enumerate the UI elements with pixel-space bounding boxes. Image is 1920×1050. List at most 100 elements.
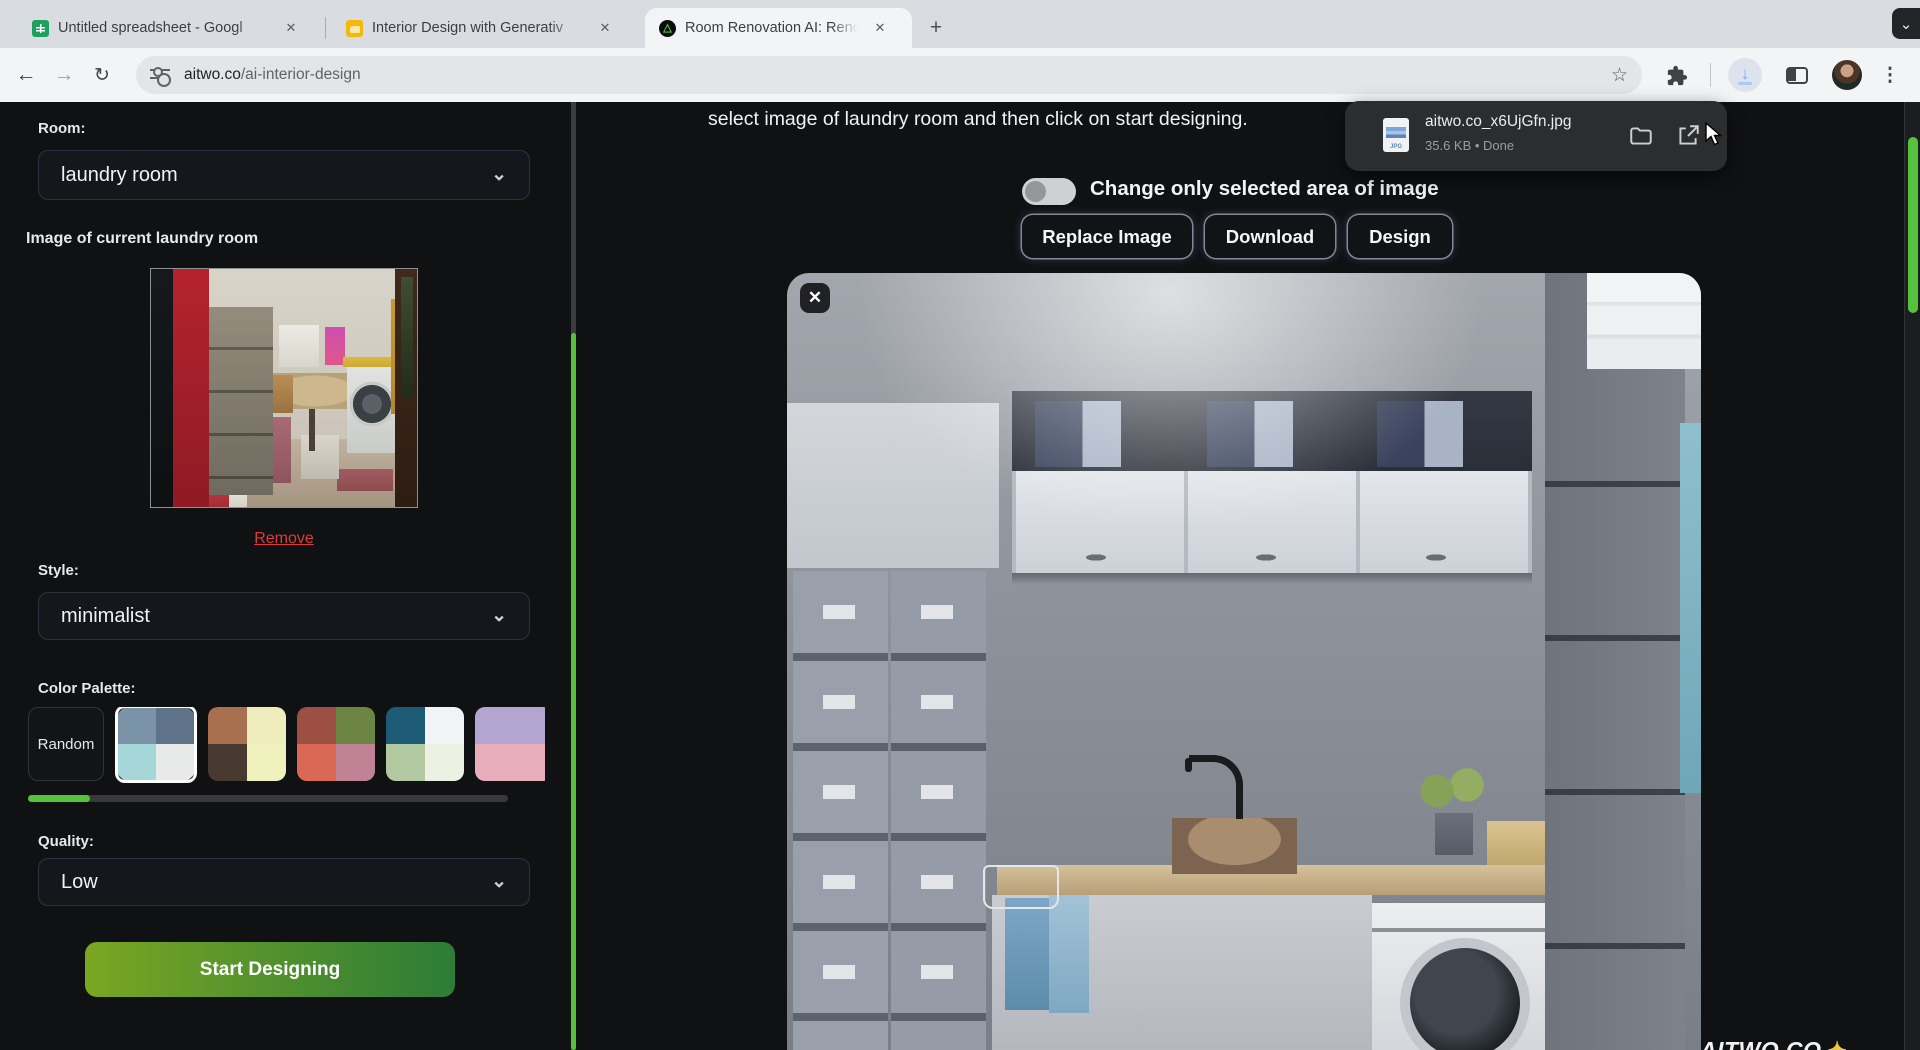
aitwo-watermark: AITWO.CO ✦ bbox=[1700, 1037, 1847, 1050]
palette-color bbox=[336, 707, 375, 744]
tab-close-icon[interactable]: ✕ bbox=[594, 17, 616, 39]
download-arrow-icon: ↓ bbox=[1741, 66, 1750, 81]
tab-search-button[interactable]: ⌄ bbox=[1892, 8, 1920, 39]
sidebar-scrollbar[interactable] bbox=[571, 102, 576, 1050]
show-in-folder-icon[interactable] bbox=[1628, 123, 1654, 149]
palette-swatch[interactable] bbox=[386, 707, 464, 781]
random-label: Random bbox=[38, 736, 95, 753]
google-slides-icon bbox=[346, 20, 363, 37]
selected-area-toggle[interactable] bbox=[1022, 178, 1076, 205]
back-button[interactable]: ← bbox=[8, 48, 44, 102]
download-button[interactable]: Download bbox=[1205, 215, 1335, 258]
quality-select[interactable]: Low ⌄ bbox=[38, 858, 530, 906]
palette-swatch[interactable] bbox=[475, 707, 545, 781]
room-label: Room: bbox=[38, 120, 86, 137]
browser-menu-button[interactable]: ⋮ bbox=[1878, 63, 1902, 87]
download-meta: 35.6 KB • Done bbox=[1425, 138, 1514, 153]
faucet-detail bbox=[1189, 755, 1243, 819]
address-bar[interactable]: aitwo.co/ai-interior-design ☆ bbox=[136, 56, 1642, 94]
palette-color bbox=[425, 707, 464, 744]
aitwo-logo-icon bbox=[659, 20, 676, 37]
palette-color bbox=[386, 707, 425, 744]
style-select[interactable]: minimalist ⌄ bbox=[38, 592, 530, 640]
google-sheets-icon bbox=[32, 20, 49, 37]
tab-close-icon[interactable]: ✕ bbox=[280, 17, 302, 39]
extensions-icon[interactable] bbox=[1666, 65, 1688, 87]
browser-window: Untitled spreadsheet - Googl ✕ Interior … bbox=[0, 0, 1920, 1050]
chevron-down-icon: ⌄ bbox=[1900, 15, 1913, 33]
quality-select-value: Low bbox=[61, 871, 98, 894]
renovated-room-render bbox=[787, 273, 1701, 1050]
palette-swatch[interactable] bbox=[208, 707, 286, 781]
open-in-new-icon[interactable] bbox=[1675, 123, 1701, 149]
url-path: /ai-interior-design bbox=[241, 66, 361, 83]
toggle-label: Change only selected area of image bbox=[1090, 177, 1439, 201]
download-progress-bar bbox=[1738, 82, 1752, 85]
palette-color bbox=[475, 707, 514, 744]
browser-toolbar: ← → ↻ aitwo.co/ai-interior-design ☆ ↓ ⋮ bbox=[0, 48, 1920, 102]
download-filename: aitwo.co_x6UjGfn.jpg bbox=[1425, 113, 1571, 131]
palette-color bbox=[297, 707, 336, 744]
url-host: aitwo.co bbox=[184, 66, 241, 83]
palette-color bbox=[118, 708, 156, 744]
remove-link-row: Remove bbox=[38, 530, 530, 548]
palette-swatch[interactable] bbox=[297, 707, 375, 781]
quality-label: Quality: bbox=[38, 833, 94, 850]
laundry-room-photo bbox=[151, 269, 417, 507]
current-room-thumbnail bbox=[150, 268, 418, 508]
close-image-button[interactable]: ✕ bbox=[800, 283, 830, 313]
toggle-knob bbox=[1025, 181, 1046, 202]
jpg-file-icon bbox=[1383, 118, 1409, 152]
side-panel-button[interactable] bbox=[1786, 67, 1808, 84]
download-notification-popup: aitwo.co_x6UjGfn.jpg 35.6 KB • Done bbox=[1345, 101, 1727, 171]
toolbar-divider bbox=[1710, 63, 1711, 87]
palette-color bbox=[208, 744, 247, 781]
site-settings-icon[interactable] bbox=[150, 65, 170, 85]
palette-color bbox=[514, 744, 545, 781]
palette-scrollbar-thumb[interactable] bbox=[28, 795, 90, 802]
wire-basket-detail bbox=[983, 865, 1059, 909]
palette-color bbox=[425, 744, 464, 781]
palette-color bbox=[118, 744, 156, 780]
design-button[interactable]: Design bbox=[1348, 215, 1452, 258]
profile-avatar[interactable] bbox=[1832, 60, 1862, 90]
palette-color bbox=[297, 744, 336, 781]
remove-image-link[interactable]: Remove bbox=[254, 530, 314, 547]
watermark-text: AITWO.CO bbox=[1700, 1037, 1822, 1050]
palette-color bbox=[156, 744, 194, 780]
sidebar-scrollbar-thumb[interactable] bbox=[571, 333, 576, 1050]
result-image: ✕ bbox=[787, 273, 1701, 1050]
palette-swatch-selected[interactable] bbox=[115, 707, 197, 783]
start-designing-button[interactable]: Start Designing bbox=[85, 942, 455, 997]
new-tab-button[interactable]: + bbox=[922, 14, 950, 42]
chevron-down-icon: ⌄ bbox=[491, 877, 507, 887]
page-scrollbar-thumb[interactable] bbox=[1908, 137, 1918, 313]
forward-button[interactable]: → bbox=[46, 48, 82, 102]
url-text: aitwo.co/ai-interior-design bbox=[184, 66, 361, 84]
page-content: Room: laundry room ⌄ Image of current la… bbox=[0, 102, 1920, 1050]
tab-google-sheets[interactable]: Untitled spreadsheet - Googl ✕ bbox=[18, 8, 320, 48]
palette-color bbox=[336, 744, 375, 781]
downloads-button[interactable]: ↓ bbox=[1728, 58, 1762, 92]
reload-button[interactable]: ↻ bbox=[84, 48, 120, 102]
page-scrollbar[interactable] bbox=[1904, 102, 1920, 1050]
tab-title: Room Renovation AI: Renovat bbox=[685, 20, 863, 36]
style-label: Style: bbox=[38, 562, 79, 579]
tab-strip: Untitled spreadsheet - Googl ✕ Interior … bbox=[0, 0, 1920, 48]
palette-row: Random bbox=[28, 707, 545, 785]
bookmark-star-icon[interactable]: ☆ bbox=[1611, 64, 1628, 87]
room-select[interactable]: laundry room ⌄ bbox=[38, 150, 530, 200]
tab-room-renovation-active[interactable]: Room Renovation AI: Renovat ✕ bbox=[645, 8, 912, 48]
random-palette-button[interactable]: Random bbox=[28, 707, 104, 781]
current-image-label: Image of current laundry room bbox=[26, 230, 258, 248]
instruction-text: select image of laundry room and then cl… bbox=[708, 108, 1248, 131]
replace-image-button[interactable]: Replace Image bbox=[1022, 215, 1192, 258]
tab-interior-design[interactable]: Interior Design with Generativ ✕ bbox=[332, 8, 634, 48]
tab-close-icon[interactable]: ✕ bbox=[869, 17, 891, 39]
palette-color bbox=[386, 744, 425, 781]
palette-color bbox=[247, 707, 286, 744]
sparkle-icon: ✦ bbox=[1828, 1037, 1848, 1050]
tab-title: Interior Design with Generativ bbox=[372, 20, 588, 36]
palette-scrollbar[interactable] bbox=[28, 795, 508, 802]
palette-color bbox=[247, 744, 286, 781]
